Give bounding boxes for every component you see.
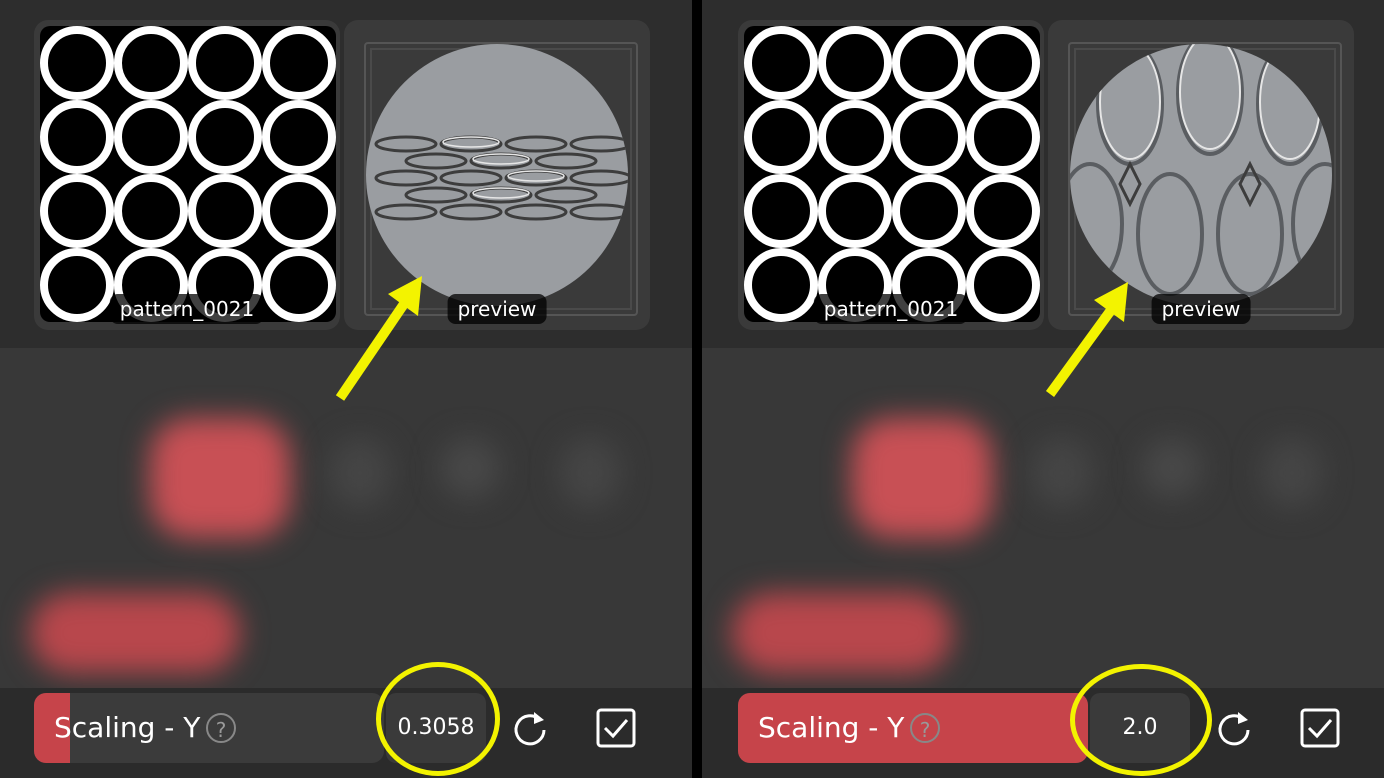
arrow-icon (335, 276, 422, 401)
highlight-circle (376, 662, 500, 776)
pattern-image (744, 26, 1040, 322)
left-panel: pattern_0021 preview Scaling - Y ? 0.305… (0, 0, 692, 778)
question-icon[interactable]: ? (910, 713, 940, 743)
scaling-y-slider[interactable]: Scaling - Y ? (34, 693, 384, 763)
preview-label: preview (1151, 294, 1251, 324)
pattern-thumbnail[interactable]: pattern_0021 (34, 20, 340, 330)
slider-label: Scaling - Y (758, 711, 905, 744)
checkbox-icon[interactable] (596, 708, 636, 748)
slider-label: Scaling - Y (54, 711, 201, 744)
preview-sphere (366, 44, 628, 306)
comparison-root: pattern_0021 preview Scaling - Y ? 0.305… (0, 0, 1384, 778)
question-icon[interactable]: ? (206, 713, 236, 743)
pattern-label: pattern_0021 (813, 294, 969, 324)
reset-icon[interactable] (1214, 708, 1254, 748)
scaling-y-slider[interactable]: Scaling - Y ? (738, 693, 1088, 763)
parameter-row: Scaling - Y ? 0.3058 (0, 688, 692, 778)
arrow-icon (1045, 282, 1128, 397)
pattern-label: pattern_0021 (109, 294, 265, 324)
parameter-row: Scaling - Y ? 2.0 (702, 688, 1384, 778)
checkbox-icon[interactable] (1300, 708, 1340, 748)
preview-sphere (1070, 44, 1332, 306)
pattern-thumbnail[interactable]: pattern_0021 (738, 20, 1044, 330)
right-panel: pattern_0021 preview Scaling - Y ? 2.0 (702, 0, 1384, 778)
highlight-circle (1070, 664, 1212, 776)
reset-icon[interactable] (510, 708, 550, 748)
preview-label: preview (447, 294, 547, 324)
pattern-image (40, 26, 336, 322)
